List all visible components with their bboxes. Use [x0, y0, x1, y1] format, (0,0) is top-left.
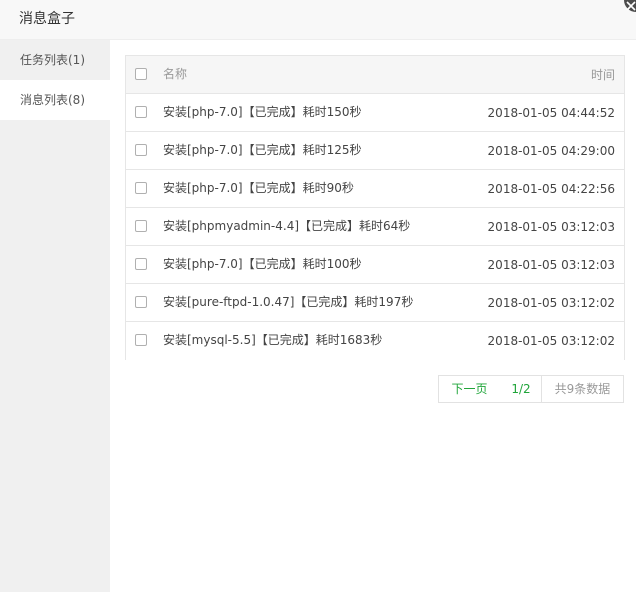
table-row: 安装[php-7.0]【已完成】耗时100秒 2018-01-05 03:12:…	[126, 246, 624, 284]
row-name: 安装[mysql-5.5]【已完成】耗时1683秒	[163, 333, 383, 347]
column-header-time: 时间	[590, 68, 615, 82]
table-row: 安装[php-7.0]【已完成】耗时90秒 2018-01-05 04:22:5…	[126, 170, 624, 208]
sidebar-item-label: 任务列表(1)	[20, 53, 85, 67]
row-time: 2018-01-05 04:29:00	[487, 144, 615, 158]
row-checkbox[interactable]	[135, 334, 147, 346]
message-box-window: 消息盒子 任务列表(1) 消息列表(8) 名称 时间 安装[php-7.0]【已…	[0, 0, 636, 592]
sidebar-item-label: 消息列表(8)	[20, 93, 85, 107]
row-name: 安装[php-7.0]【已完成】耗时100秒	[163, 257, 362, 271]
row-name: 安装[pure-ftpd-1.0.47]【已完成】耗时197秒	[163, 295, 414, 309]
row-time: 2018-01-05 03:12:02	[487, 334, 615, 348]
window-title: 消息盒子	[19, 11, 75, 27]
table-row: 安装[php-7.0]【已完成】耗时125秒 2018-01-05 04:29:…	[126, 132, 624, 170]
next-page-button[interactable]: 下一页	[438, 375, 501, 403]
row-time: 2018-01-05 04:22:56	[487, 182, 615, 196]
message-table: 名称 时间 安装[php-7.0]【已完成】耗时150秒 2018-01-05 …	[125, 55, 625, 360]
page-indicator: 1/2	[500, 375, 542, 403]
row-time: 2018-01-05 03:12:03	[487, 258, 615, 272]
total-count: 共9条数据	[541, 375, 624, 403]
table-header: 名称 时间	[126, 56, 624, 94]
row-checkbox[interactable]	[135, 144, 147, 156]
column-header-name: 名称	[163, 67, 188, 81]
row-time: 2018-01-05 03:12:03	[487, 220, 615, 234]
row-name: 安装[phpmyadmin-4.4]【已完成】耗时64秒	[163, 219, 411, 233]
table-row: 安装[phpmyadmin-4.4]【已完成】耗时64秒 2018-01-05 …	[126, 208, 624, 246]
row-checkbox[interactable]	[135, 106, 147, 118]
row-time: 2018-01-05 03:12:02	[487, 296, 615, 310]
row-checkbox[interactable]	[135, 220, 147, 232]
title-bar: 消息盒子	[0, 0, 636, 40]
select-all-checkbox[interactable]	[135, 68, 147, 80]
table-row: 安装[php-7.0]【已完成】耗时150秒 2018-01-05 04:44:…	[126, 94, 624, 132]
row-name: 安装[php-7.0]【已完成】耗时150秒	[163, 105, 362, 119]
close-button[interactable]	[624, 0, 636, 12]
sidebar-item-message-list[interactable]: 消息列表(8)	[0, 80, 110, 120]
row-checkbox[interactable]	[135, 296, 147, 308]
sidebar: 任务列表(1) 消息列表(8)	[0, 40, 110, 592]
table-row: 安装[mysql-5.5]【已完成】耗时1683秒 2018-01-05 03:…	[126, 322, 624, 360]
row-checkbox[interactable]	[135, 182, 147, 194]
close-icon	[626, 1, 636, 11]
row-name: 安装[php-7.0]【已完成】耗时90秒	[163, 181, 354, 195]
row-checkbox[interactable]	[135, 258, 147, 270]
row-time: 2018-01-05 04:44:52	[487, 106, 615, 120]
sidebar-item-task-list[interactable]: 任务列表(1)	[0, 40, 110, 80]
table-row: 安装[pure-ftpd-1.0.47]【已完成】耗时197秒 2018-01-…	[126, 284, 624, 322]
row-name: 安装[php-7.0]【已完成】耗时125秒	[163, 143, 362, 157]
